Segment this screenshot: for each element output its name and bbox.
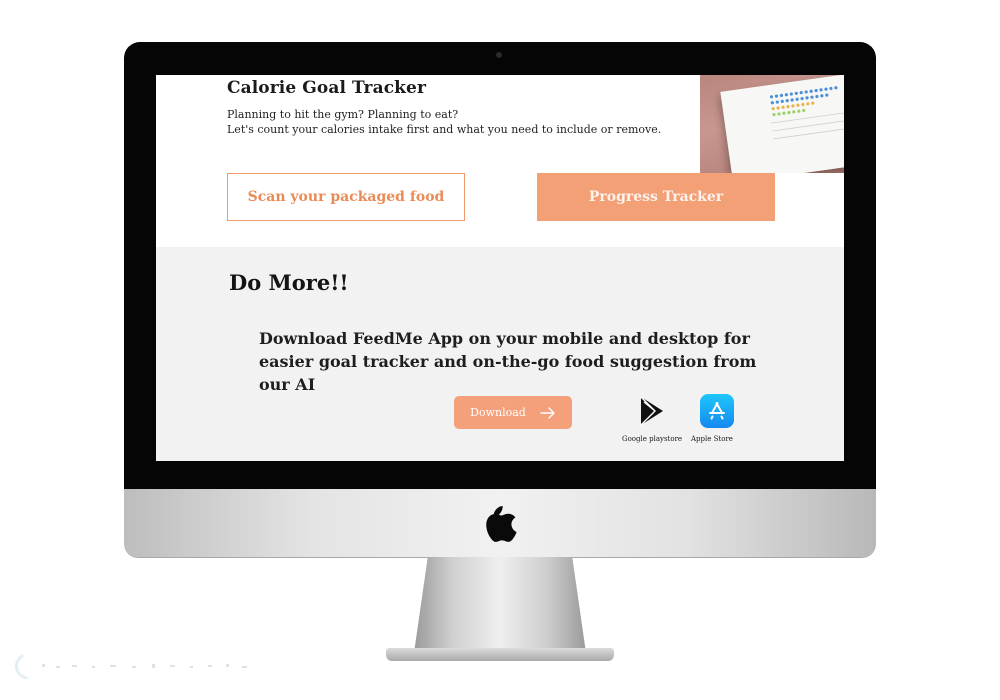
download-description: Download FeedMe App on your mobile and d… — [259, 329, 757, 394]
page-title: Calorie Goal Tracker — [227, 78, 427, 98]
app-store-icon[interactable] — [700, 394, 734, 428]
progress-tracker-button[interactable]: Progress Tracker — [537, 173, 775, 221]
google-playstore-label[interactable]: Google playstore — [622, 435, 682, 443]
arrow-right-icon — [540, 406, 555, 419]
download-button[interactable]: Download — [454, 396, 572, 429]
intro-text-line-1: Planning to hit the gym? Planning to eat… — [227, 108, 459, 121]
google-play-icon[interactable] — [634, 394, 668, 428]
faint-watermark — [15, 654, 247, 680]
imac-stand-base — [386, 648, 614, 661]
download-label: Download — [470, 406, 526, 419]
apple-store-label[interactable]: Apple Store — [691, 435, 733, 443]
apple-logo-icon — [486, 506, 517, 542]
planner-dot-grid — [769, 86, 844, 140]
scan-food-button[interactable]: Scan your packaged food — [227, 173, 465, 221]
planner-paper — [720, 75, 844, 173]
app-store-glyph-icon — [709, 402, 725, 420]
do-more-title: Do More!! — [229, 270, 349, 295]
camera-dot — [496, 52, 502, 58]
hero-planner-image — [700, 75, 844, 173]
do-more-section: Do More!! Download FeedMe App on your mo… — [156, 247, 844, 461]
imac-stand-neck — [414, 557, 586, 653]
intro-text-line-2: Let's count your calories intake first a… — [227, 123, 662, 136]
screen: Calorie Goal Tracker Planning to hit the… — [156, 75, 844, 461]
